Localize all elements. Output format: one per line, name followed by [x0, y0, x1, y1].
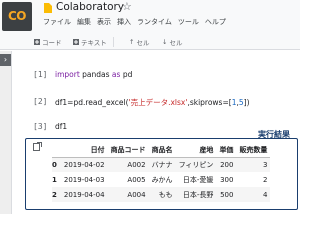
- table-cell: 2019-04-03: [63, 175, 105, 184]
- plus-icon: [34, 39, 40, 45]
- table-cell: A002: [127, 160, 146, 169]
- app-header: CO Colaboratory ☆ ファイル 編集 表示 挿入 ランタイム ツー…: [0, 0, 300, 34]
- move-cell-down-button[interactable]: ↓ セル: [162, 37, 182, 47]
- column-header: [52, 143, 61, 157]
- code-string: '売上データ.xlsx': [128, 98, 188, 107]
- star-icon[interactable]: ☆: [122, 0, 132, 13]
- table-row: 0 2019-04-02 A002 バナナ フィリピン 200 3: [52, 157, 271, 172]
- table-header-row: 日付 商品コード 商品名 産地 単価 販売数量: [52, 143, 271, 157]
- table-cell: A004: [127, 190, 146, 199]
- table-cell: もも: [158, 190, 173, 199]
- table-cell: 500: [220, 190, 234, 199]
- menu-view[interactable]: 表示: [97, 17, 111, 27]
- code-module: pandas: [79, 70, 112, 79]
- column-header: 単価: [219, 145, 234, 154]
- table-cell: 日本-愛媛: [182, 175, 214, 184]
- cell-execution-count: [3]: [33, 122, 48, 131]
- table-cell: フィリピン: [178, 160, 214, 169]
- menu-file[interactable]: ファイル: [43, 17, 71, 27]
- cell-execution-count: [2]: [33, 97, 48, 106]
- table-cell: 2019-04-02: [63, 160, 105, 169]
- menu-insert[interactable]: 挿入: [117, 17, 131, 27]
- table-cell: 2: [262, 175, 268, 184]
- row-index: 2: [52, 190, 57, 199]
- table-row: 1 2019-04-03 A005 みかん 日本-愛媛 300 2: [52, 172, 270, 187]
- table-cell: 3: [262, 160, 268, 169]
- side-rail: [0, 51, 12, 214]
- cell-execution-count: [1]: [33, 70, 48, 79]
- arrow-up-icon: ↑: [129, 38, 135, 46]
- chevron-right-icon[interactable]: ›: [0, 54, 11, 66]
- row-index: 0: [52, 160, 57, 169]
- add-code-button[interactable]: コード: [34, 37, 62, 47]
- code-cell[interactable]: import pandas as pd: [55, 70, 132, 79]
- column-header: 日付: [90, 145, 105, 154]
- row-index: 1: [52, 175, 57, 184]
- column-header: 商品名: [151, 145, 173, 154]
- plus-icon: [73, 39, 79, 45]
- table-cell: 日本-長野: [182, 190, 214, 199]
- code-text: ,skiprows=[: [187, 98, 232, 107]
- table-cell: 2019-04-04: [63, 190, 105, 199]
- menu-runtime[interactable]: ランタイム: [137, 17, 172, 27]
- table-cell: 300: [220, 175, 234, 184]
- column-header: 販売数量: [239, 145, 268, 154]
- code-cell[interactable]: df1: [55, 122, 67, 131]
- toolbar: コード テキスト ↑ セル ↓ セル: [0, 34, 300, 50]
- code-text: df1=pd.read_excel(: [55, 98, 129, 107]
- menu-bar: ファイル 編集 表示 挿入 ランタイム ツール ヘルプ: [43, 17, 226, 27]
- dataframe-table: 日付 商品コード 商品名 産地 単価 販売数量 0 2019-04-02 A00…: [52, 143, 271, 202]
- add-text-button[interactable]: テキスト: [73, 37, 107, 47]
- menu-tools[interactable]: ツール: [178, 17, 199, 27]
- column-header: 産地: [199, 145, 214, 154]
- toolbar-divider: [113, 37, 114, 47]
- add-code-label: コード: [42, 39, 62, 47]
- menu-help[interactable]: ヘルプ: [205, 17, 226, 27]
- arrow-down-icon: ↓: [162, 38, 168, 46]
- notebook-title[interactable]: Colaboratory: [56, 1, 124, 13]
- table-cell: A005: [127, 175, 146, 184]
- output-icon[interactable]: [33, 142, 42, 151]
- table-cell: みかん: [151, 175, 173, 184]
- move-cell-up-label: セル: [136, 39, 150, 47]
- table-cell: バナナ: [151, 160, 173, 169]
- code-cell[interactable]: df1=pd.read_excel('売上データ.xlsx',skiprows=…: [55, 97, 250, 108]
- move-cell-down-label: セル: [169, 39, 183, 47]
- column-header: 商品コード: [110, 145, 146, 154]
- move-cell-up-button[interactable]: ↑ セル: [129, 37, 149, 47]
- code-keyword: import: [55, 70, 80, 79]
- code-text: ]): [243, 98, 250, 107]
- table-row: 2 2019-04-04 A004 もも 日本-長野 500 4: [52, 187, 271, 202]
- table-cell: 200: [220, 160, 234, 169]
- code-text: df1: [55, 122, 68, 131]
- table-cell: 4: [262, 190, 268, 199]
- menu-edit[interactable]: 編集: [77, 17, 91, 27]
- colab-logo[interactable]: CO: [2, 2, 32, 31]
- add-text-label: テキスト: [81, 39, 107, 47]
- drive-file-icon: [44, 3, 52, 13]
- code-alias: pd: [120, 70, 133, 79]
